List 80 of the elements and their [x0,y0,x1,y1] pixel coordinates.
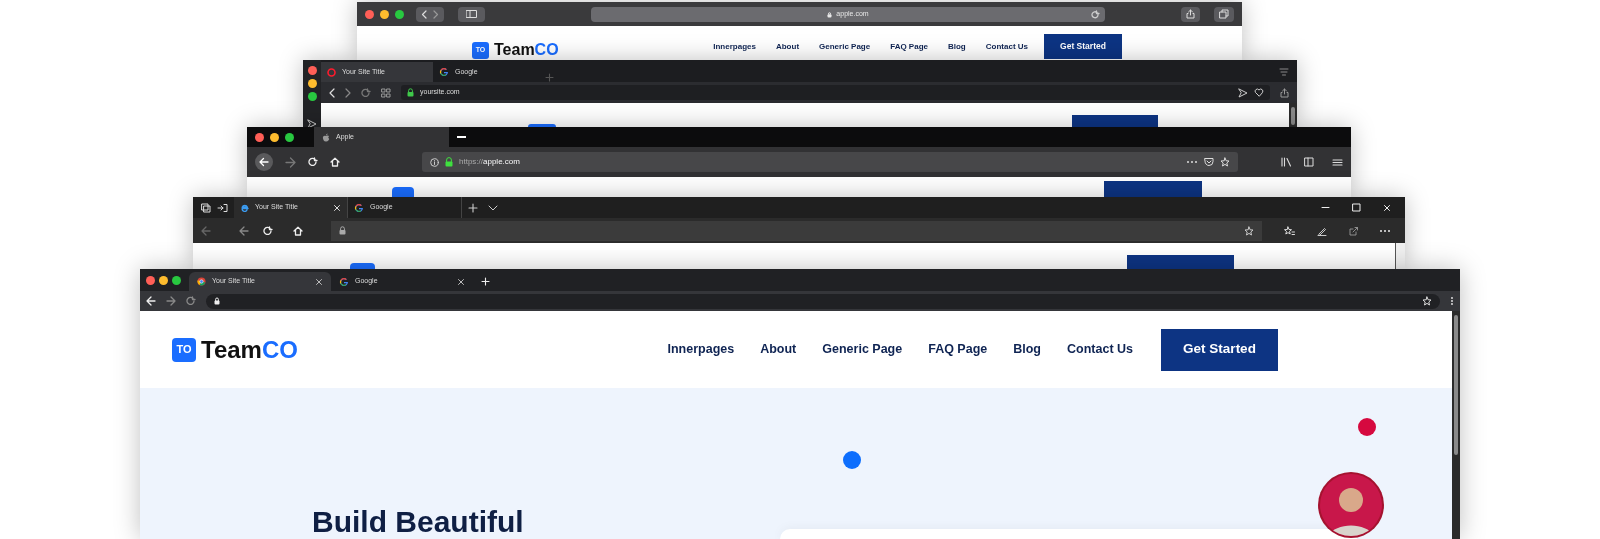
logo-badge [528,124,556,127]
nav-link[interactable]: FAQ Page [890,40,928,53]
star-icon[interactable] [1422,296,1432,306]
scrollbar-track[interactable] [1452,311,1460,539]
forward-icon[interactable] [345,87,351,98]
lock-icon [407,88,414,97]
more-icon[interactable] [1379,228,1391,233]
send-icon[interactable] [307,119,317,127]
nav-link[interactable]: Generic Page [822,340,903,359]
sidebar-icon[interactable] [466,10,477,18]
nav-link[interactable]: Innerpages [667,340,735,359]
star-icon[interactable] [1220,157,1230,167]
scrollbar-thumb[interactable] [1454,315,1458,455]
google-icon [339,276,349,287]
share-icon[interactable] [1280,87,1289,98]
menu-icon[interactable] [1332,157,1343,167]
info-icon [430,157,439,167]
more-icon[interactable] [1450,296,1454,306]
decorative-dot [843,451,861,469]
set-aside-tabs-icon[interactable] [217,202,228,213]
get-started-button[interactable]: Get Started [1044,34,1122,59]
heart-icon[interactable] [1254,88,1264,97]
more-icon[interactable] [1186,160,1198,164]
nav-link[interactable]: About [760,340,797,359]
nav-link[interactable]: Contact Us [1067,340,1133,359]
browser-logo-icon [197,277,206,286]
forward-icon[interactable] [166,296,176,306]
nav-link[interactable]: Contact Us [985,40,1028,53]
nav-link[interactable]: FAQ Page [928,340,988,359]
get-started-button[interactable] [1072,115,1158,127]
hero-heading: Build Beautiful [312,507,524,537]
nav-link[interactable]: About [775,40,800,53]
lock-icon [827,10,833,18]
home-icon[interactable] [330,157,340,167]
tab-indicator [457,136,466,138]
home-icon[interactable] [293,225,303,236]
back-icon[interactable] [255,153,273,171]
google-icon [439,67,449,77]
tab-list-icon[interactable] [201,202,211,213]
decorative-dot [1358,418,1376,436]
scrollbar-thumb[interactable] [1291,107,1295,125]
browser-logo-icon [327,67,336,77]
get-started-button[interactable] [1104,181,1202,197]
star-icon[interactable] [1244,225,1254,236]
send-icon[interactable] [1238,87,1248,98]
forward-icon[interactable] [285,156,296,168]
get-started-button[interactable]: Get Started [1161,328,1278,371]
scrollbar-track[interactable] [1289,103,1297,127]
google-icon [354,202,364,213]
chevron-icon[interactable] [488,203,498,212]
get-started-button[interactable] [1127,255,1234,269]
lock-icon [445,157,453,167]
nav-link[interactable]: Blog [1013,340,1041,359]
logo-badge [392,187,414,197]
grid-icon[interactable] [381,87,391,98]
tabs-icon[interactable] [1219,9,1229,19]
close-icon[interactable] [315,277,323,286]
nav-link[interactable]: Generic Page [819,40,871,53]
address-bar[interactable]: https://apple.com [422,152,1238,172]
pen-icon[interactable] [1317,225,1327,236]
sidebar-icon[interactable] [1304,157,1314,167]
browser-logo-icon [240,203,249,212]
close-icon[interactable] [457,277,465,286]
logo-wordmark: TeamCO [201,334,298,365]
nav-link[interactable]: Blog [948,40,966,53]
maximize-icon[interactable] [1352,203,1361,212]
logo-wordmark: TeamCO [494,40,559,60]
lock-icon [214,297,220,305]
logo-badge: TO [172,337,196,362]
nav-link[interactable]: Innerpages [713,40,756,53]
scrollbar-track[interactable] [1395,243,1405,269]
share-icon[interactable] [1349,225,1359,236]
close-icon[interactable] [333,203,341,212]
library-icon[interactable] [1281,157,1292,167]
lock-icon [339,226,346,235]
address-text: https://apple.com [459,156,520,168]
favorites-icon[interactable] [1284,225,1295,236]
pocket-icon[interactable] [1204,157,1214,167]
apple-icon [322,132,330,142]
logo-badge [350,263,375,269]
